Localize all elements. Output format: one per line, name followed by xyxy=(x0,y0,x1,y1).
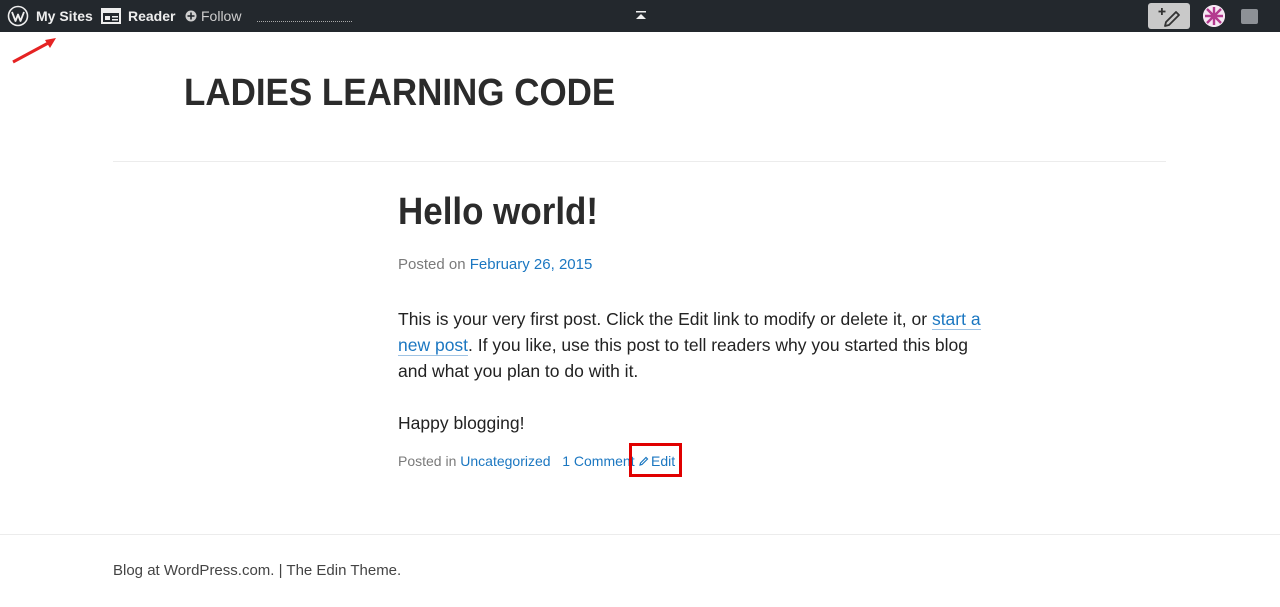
posted-on-label: Posted on xyxy=(398,256,466,273)
edit-link[interactable]: Edit xyxy=(638,453,675,469)
post-date-link[interactable]: February 26, 2015 xyxy=(470,256,593,273)
post-text-before-link: This is your very first post. Click the … xyxy=(398,309,932,329)
wordpress-logo-icon[interactable] xyxy=(7,0,29,32)
site-footer[interactable]: Blog at WordPress.com. | The Edin Theme. xyxy=(113,562,401,579)
annotation-arrow-icon xyxy=(12,38,56,64)
post-paragraph-2: Happy blogging! xyxy=(398,413,525,433)
comments-link[interactable]: 1 Comment xyxy=(562,453,634,469)
post-title[interactable]: Hello world! xyxy=(398,191,598,234)
post-meta: Posted on February 26, 2015 xyxy=(398,256,592,273)
reader-label: Reader xyxy=(128,8,176,24)
post-content: This is your very first post. Click the … xyxy=(398,306,998,462)
pencil-plus-icon xyxy=(1158,8,1180,27)
category-link[interactable]: Uncategorized xyxy=(460,453,550,469)
pencil-icon xyxy=(639,456,649,466)
notifications-icon[interactable] xyxy=(1241,9,1258,24)
my-sites-label: My Sites xyxy=(36,8,93,24)
post-text-after-link: . If you like, use this post to tell rea… xyxy=(398,335,969,381)
admin-bar: My Sites Reader Follow xyxy=(0,0,1280,32)
follow-label: Follow xyxy=(201,8,242,24)
reader-icon[interactable] xyxy=(101,0,121,32)
follow-button[interactable]: Follow xyxy=(201,0,241,32)
scroll-to-top-icon[interactable] xyxy=(635,9,647,21)
post-paragraph-1: This is your very first post. Click the … xyxy=(398,306,998,384)
user-avatar[interactable] xyxy=(1203,5,1225,27)
reader-button[interactable]: Reader xyxy=(128,0,175,32)
follow-plus-icon[interactable] xyxy=(185,0,197,32)
search-field-underline[interactable] xyxy=(257,21,352,22)
write-post-button[interactable] xyxy=(1148,3,1190,29)
footer-divider xyxy=(0,534,1280,535)
post-footer-meta: Posted in Uncategorized 1 Comment xyxy=(398,453,635,469)
header-divider xyxy=(113,161,1166,162)
posted-in-label: Posted in xyxy=(398,453,457,469)
edit-label: Edit xyxy=(651,453,676,469)
my-sites-button[interactable]: My Sites xyxy=(36,0,93,32)
site-title[interactable]: LADIES LEARNING CODE xyxy=(184,72,615,115)
